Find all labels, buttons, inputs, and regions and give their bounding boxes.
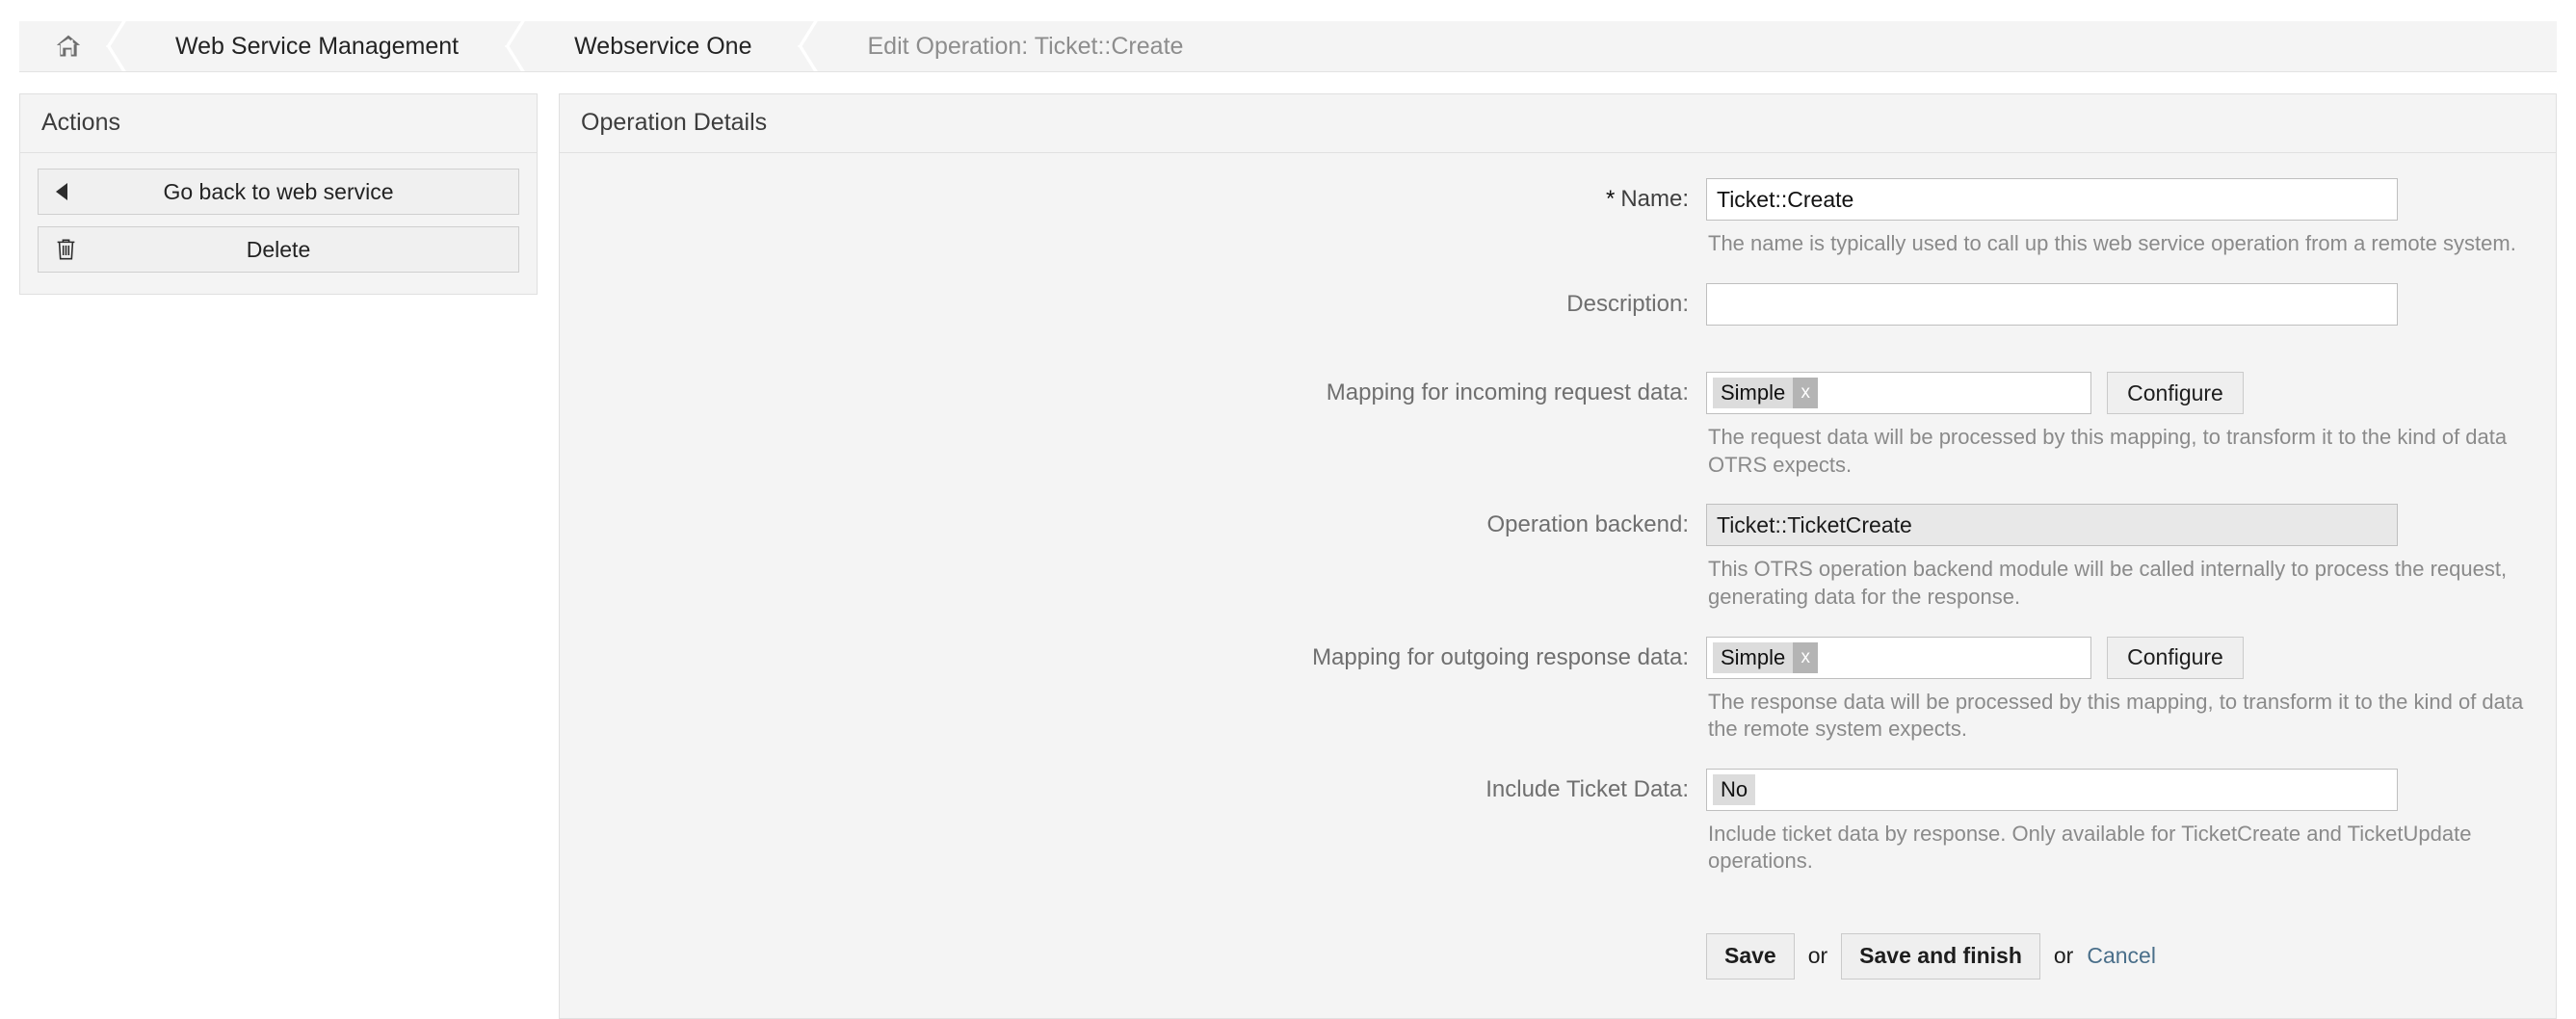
include-ticket-data-help-text: Include ticket data by response. Only av… bbox=[1708, 821, 2556, 875]
token-label: No bbox=[1713, 774, 1755, 805]
operation-backend-field-col: This OTRS operation backend module will … bbox=[1706, 504, 2556, 632]
actions-sidebar: Actions Go back to web service Dele bbox=[19, 93, 538, 295]
token-label: Simple bbox=[1713, 378, 1793, 408]
save-button[interactable]: Save bbox=[1706, 933, 1795, 980]
description-input[interactable] bbox=[1706, 283, 2398, 326]
panel-title: Operation Details bbox=[560, 94, 2556, 153]
mapping-incoming-help-text: The request data will be processed by th… bbox=[1708, 424, 2556, 479]
mapping-outgoing-select[interactable]: Simple x bbox=[1706, 637, 2091, 679]
mapping-outgoing-label: Mapping for outgoing response data: bbox=[560, 637, 1706, 679]
breadcrumb-home[interactable] bbox=[19, 21, 92, 71]
actions-sidebar-title: Actions bbox=[20, 94, 537, 153]
delete-button[interactable]: Delete bbox=[38, 226, 519, 273]
include-ticket-data-select[interactable]: No bbox=[1706, 769, 2398, 811]
breadcrumb-item-webservice-one[interactable]: Webservice One bbox=[534, 21, 784, 71]
mapping-outgoing-token: Simple x bbox=[1713, 642, 1818, 673]
field-row-include-ticket-data: Include Ticket Data: No Include ticket d… bbox=[560, 769, 2556, 897]
name-label: *Name: bbox=[560, 178, 1706, 221]
field-row-mapping-outgoing: Mapping for outgoing response data: Simp… bbox=[560, 637, 2556, 765]
or-separator-1: or bbox=[1808, 943, 1827, 969]
mapping-incoming-token: Simple x bbox=[1713, 378, 1818, 408]
required-marker: * bbox=[1606, 186, 1615, 212]
triangle-left-icon bbox=[56, 183, 67, 200]
save-and-finish-button[interactable]: Save and finish bbox=[1841, 933, 2040, 980]
action-label: Delete bbox=[247, 237, 310, 263]
configure-outgoing-button[interactable]: Configure bbox=[2107, 637, 2244, 679]
name-help-text: The name is typically used to call up th… bbox=[1708, 230, 2556, 258]
token-label: Simple bbox=[1713, 642, 1793, 673]
operation-backend-label: Operation backend: bbox=[560, 504, 1706, 546]
go-back-to-web-service-button[interactable]: Go back to web service bbox=[38, 169, 519, 215]
breadcrumb-separator-1 bbox=[92, 21, 135, 71]
description-field-col bbox=[1706, 283, 2556, 369]
label-text: Name: bbox=[1620, 186, 1689, 212]
include-ticket-data-token: No bbox=[1713, 774, 1755, 805]
description-label: Description: bbox=[560, 283, 1706, 326]
field-row-mapping-incoming: Mapping for incoming request data: Simpl… bbox=[560, 372, 2556, 500]
include-ticket-data-label: Include Ticket Data: bbox=[560, 769, 1706, 811]
submit-row: Save or Save and finish or Cancel bbox=[560, 933, 2556, 980]
mapping-incoming-select[interactable]: Simple x bbox=[1706, 372, 2091, 414]
trash-icon bbox=[56, 238, 76, 261]
page-body: Actions Go back to web service Dele bbox=[0, 72, 2576, 1019]
breadcrumb-separator-2 bbox=[491, 21, 534, 71]
token-remove-icon[interactable]: x bbox=[1793, 642, 1818, 673]
field-row-description: Description: bbox=[560, 283, 2556, 369]
breadcrumb-separator-3 bbox=[784, 21, 827, 71]
home-icon bbox=[54, 33, 83, 60]
configure-incoming-button[interactable]: Configure bbox=[2107, 372, 2244, 414]
name-field-col: The name is typically used to call up th… bbox=[1706, 178, 2556, 279]
operation-details-panel: Operation Details *Name: The name is typ… bbox=[559, 93, 2557, 1019]
cancel-link[interactable]: Cancel bbox=[2087, 943, 2156, 969]
name-input[interactable] bbox=[1706, 178, 2398, 221]
breadcrumb-label: Edit Operation: Ticket::Create bbox=[867, 33, 1183, 61]
mapping-incoming-field-col: Simple x Configure The request data will… bbox=[1706, 372, 2556, 500]
breadcrumb-label: Web Service Management bbox=[175, 33, 459, 61]
actions-sidebar-body: Go back to web service Delete bbox=[20, 153, 537, 294]
or-separator-2: or bbox=[2054, 943, 2073, 969]
breadcrumb-item-edit-operation: Edit Operation: Ticket::Create bbox=[827, 21, 1216, 71]
mapping-incoming-label: Mapping for incoming request data: bbox=[560, 372, 1706, 414]
field-row-operation-backend: Operation backend: This OTRS operation b… bbox=[560, 504, 2556, 632]
token-remove-icon[interactable]: x bbox=[1793, 378, 1818, 408]
breadcrumb-item-web-service-management[interactable]: Web Service Management bbox=[135, 21, 491, 71]
mapping-outgoing-help-text: The response data will be processed by t… bbox=[1708, 689, 2556, 744]
operation-backend-help-text: This OTRS operation backend module will … bbox=[1708, 556, 2556, 611]
mapping-outgoing-field-col: Simple x Configure The response data wil… bbox=[1706, 637, 2556, 765]
include-ticket-data-field-col: No Include ticket data by response. Only… bbox=[1706, 769, 2556, 897]
action-label: Go back to web service bbox=[163, 179, 393, 205]
breadcrumb: Web Service Management Webservice One Ed… bbox=[19, 21, 2557, 72]
breadcrumb-label: Webservice One bbox=[574, 33, 751, 61]
operation-details-form: *Name: The name is typically used to cal… bbox=[560, 153, 2556, 1018]
operation-backend-input bbox=[1706, 504, 2398, 546]
field-row-name: *Name: The name is typically used to cal… bbox=[560, 178, 2556, 279]
